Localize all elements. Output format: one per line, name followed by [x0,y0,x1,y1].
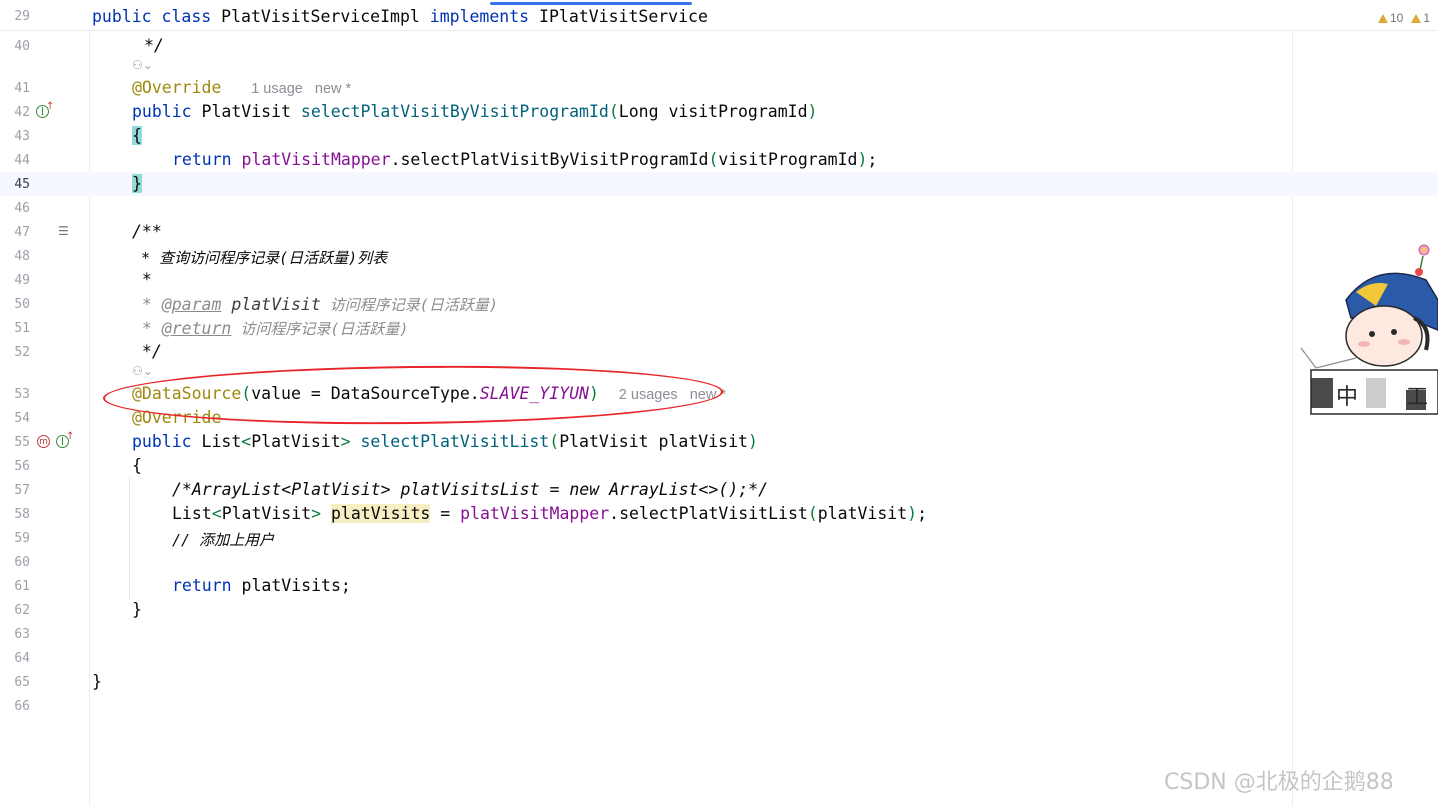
code-line[interactable]: 42 I ↑ public PlatVisit selectPlatVisitB… [0,100,1438,124]
line-number: 57 [14,483,30,498]
active-tab-indicator [490,2,692,5]
line-number: 47 [14,225,30,240]
line-number: 49 [14,273,30,288]
code-line[interactable]: 50 * @param platVisit 访问程序记录(日活跃量) [0,292,1438,316]
weak-warning-indicator[interactable]: 1 [1411,11,1430,25]
code-line[interactable]: 58 List<PlatVisit> platVisits = platVisi… [0,502,1438,526]
line-number: 59 [14,531,30,546]
code-line[interactable]: 65 } [0,670,1438,694]
code-line[interactable]: 59 // 添加上用户 [0,526,1438,550]
code-line[interactable]: 40 */ [0,34,1438,58]
line-number: 40 [14,39,30,54]
comment: */ [144,36,164,55]
comment: // 添加上用户 [172,531,275,549]
comment: /** [132,222,162,241]
line-number: 42 [14,105,30,120]
line-number: 51 [14,321,30,336]
line-number: 50 [14,297,30,312]
line-number: 58 [14,507,30,522]
code-editor[interactable]: 29 public class PlatVisitServiceImpl imp… [0,0,1438,806]
line-number: 54 [14,411,30,426]
code-line[interactable]: 43 { [0,124,1438,148]
code-line[interactable]: 64 [0,646,1438,670]
author-inlay-icon[interactable]: ⚇⌄ [132,364,153,378]
line-number: 44 [14,153,30,168]
code-line[interactable]: 41 @Override 1 usage new * [0,76,1438,100]
method-name[interactable]: selectPlatVisitByVisitProgramId [301,102,609,121]
code-line[interactable]: 56 { [0,454,1438,478]
code-line[interactable]: 51 * @return 访问程序记录(日活跃量) [0,316,1438,340]
code-line[interactable]: 46 [0,196,1438,220]
line-number: 41 [14,81,30,96]
arrow-up-icon: ↑ [46,101,55,112]
line-number: 46 [14,201,30,216]
annotation: @Override [132,78,222,97]
code-line[interactable]: 66 [0,694,1438,718]
warning-indicator[interactable]: 10 [1377,11,1403,25]
sticker-char: 中 [1336,385,1358,410]
warning-icon [1411,14,1422,23]
line-number: 48 [14,249,30,264]
code-line[interactable]: 57 /*ArrayList<PlatVisit> platVisitsList… [0,478,1438,502]
line-number: 63 [14,627,30,642]
line-number: 62 [14,603,30,618]
code-line[interactable]: 52 */ [0,340,1438,364]
comment: /*ArrayList<PlatVisit> platVisitsList = … [172,480,769,499]
line-number: 65 [14,675,30,690]
matched-brace: { [132,126,142,145]
line-number: 66 [14,699,30,714]
code-line[interactable]: 60 [0,550,1438,574]
line-number: 60 [14,555,30,570]
sticky-class-header[interactable]: 29 public class PlatVisitServiceImpl imp… [0,0,1438,31]
code-line[interactable]: 47 ☰ /** [0,220,1438,244]
line-number: 29 [14,9,30,24]
code-line[interactable]: 55 m I ↑ public List<PlatVisit> selectPl… [0,430,1438,454]
cartoon-sticker: 中 工 [1296,240,1438,420]
matched-brace: } [132,174,142,193]
code-line[interactable]: 61 return platVisits; [0,574,1438,598]
line-number: 45 [14,177,30,192]
code-line[interactable]: 49 * [0,268,1438,292]
usages-hint[interactable]: 1 usage new * [251,81,351,97]
author-inlay-icon[interactable]: ⚇⌄ [132,58,153,72]
class-declaration[interactable]: public class PlatVisitServiceImpl implem… [92,7,708,26]
line-number: 55 [14,435,30,450]
line-number: 53 [14,387,30,402]
arrow-up-icon: ↑ [66,431,75,442]
line-number: 43 [14,129,30,144]
line-number: 64 [14,651,30,666]
line-number: 52 [14,345,30,360]
line-number: 61 [14,579,30,594]
code-line[interactable]: 62 } [0,598,1438,622]
highlighted-variable[interactable]: platVisits [330,504,431,523]
watermark: CSDN @北极的企鹅88 [1164,770,1394,795]
warning-icon [1377,14,1388,23]
comment: * [132,270,152,289]
render-doc-icon[interactable]: ☰ [58,224,69,238]
overrides-gutter-icon[interactable]: m [37,435,50,448]
code-line-current[interactable]: 45 } [0,172,1438,196]
inspection-widget[interactable]: 10 1 [1377,11,1430,25]
code-line[interactable]: 63 [0,622,1438,646]
line-number: 56 [14,459,30,474]
code-line[interactable]: 44 return platVisitMapper.selectPlatVisi… [0,148,1438,172]
method-name[interactable]: selectPlatVisitList [361,432,550,451]
code-line[interactable]: 48 * 查询访问程序记录(日活跃量)列表 [0,244,1438,268]
comment: */ [132,342,162,361]
comment: * 查询访问程序记录(日活跃量)列表 [132,249,388,267]
sticker-char: 工 [1406,385,1428,410]
